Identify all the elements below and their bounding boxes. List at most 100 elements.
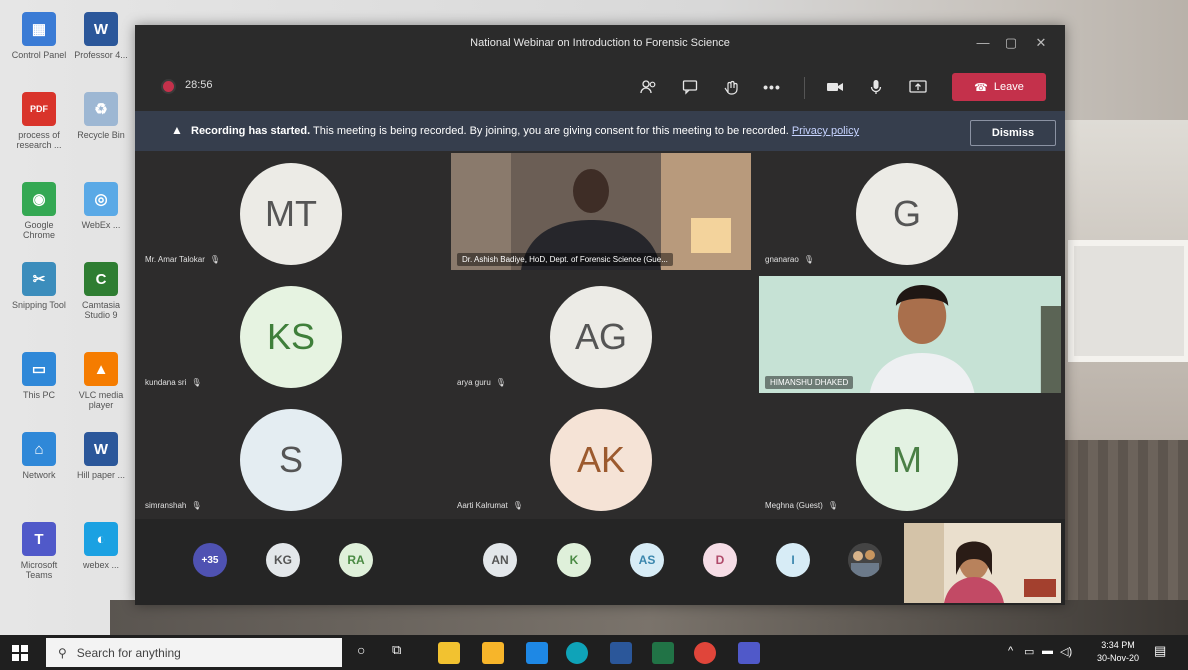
participant-tile[interactable]: KS kundana sri 🎙	[135, 274, 447, 397]
participant-tile[interactable]: M Meghna (Guest) 🎙	[755, 397, 1065, 520]
participant-name: HIMANSHU DHAKED	[765, 376, 854, 389]
cortana-icon[interactable]: ○	[357, 642, 365, 658]
desktop-icon[interactable]: W Hill paper ...	[72, 432, 130, 480]
chrome-icon: ◉	[22, 182, 56, 216]
desktop-icon-label: VLC media player	[78, 390, 124, 410]
recycle-bin-icon: ♻	[84, 92, 118, 126]
more-options-icon[interactable]: •••	[760, 75, 784, 99]
participant-tile[interactable]: Ggnanarao 🎙	[755, 151, 1065, 274]
store-icon[interactable]	[482, 642, 504, 664]
banner-bold-text: Recording has started.	[191, 125, 311, 137]
desktop-icon[interactable]: W Professor 4...	[72, 12, 130, 60]
overflow-avatar[interactable]: K	[557, 543, 591, 577]
participant-name-text: Mr. Amar Talokar	[145, 255, 205, 264]
overflow-avatar[interactable]: KG	[266, 543, 300, 577]
desktop-icon[interactable]: ◎ WebEx ...	[72, 182, 130, 230]
avatar-initials: KG	[274, 553, 292, 567]
start-button[interactable]	[12, 645, 28, 661]
mail-icon[interactable]	[526, 642, 548, 664]
teams-taskbar-icon[interactable]	[738, 642, 760, 664]
task-view-icon[interactable]: ⧉	[392, 642, 401, 658]
overflow-avatar[interactable]: AN	[483, 543, 517, 577]
avatar-initials: AS	[638, 553, 656, 567]
participant-tile[interactable]: AG arya guru 🎙	[447, 274, 755, 397]
show-hidden-icons[interactable]: ^	[1008, 645, 1013, 657]
share-screen-icon[interactable]	[906, 75, 930, 99]
maximize-icon[interactable]: ▢	[1001, 35, 1021, 51]
participant-avatar: M	[856, 409, 958, 511]
self-video-frame	[904, 523, 1061, 603]
recording-icon	[163, 81, 174, 92]
close-icon[interactable]: ✕	[1031, 35, 1051, 51]
chat-icon[interactable]	[678, 75, 702, 99]
camera-icon[interactable]	[823, 75, 847, 99]
participant-tile[interactable]: Dr. Ashish Badiye, HoD, Dept. of Forensi…	[447, 151, 755, 274]
system-clock[interactable]: 3:34 PM 30-Nov-20	[1092, 639, 1144, 665]
edge-icon[interactable]	[566, 642, 588, 664]
desktop-icon[interactable]: C Camtasia Studio 9	[72, 262, 130, 320]
desktop-icon[interactable]: ♻ Recycle Bin	[72, 92, 130, 140]
overflow-avatar[interactable]: I	[776, 543, 810, 577]
minimize-icon[interactable]: —	[973, 35, 993, 50]
title-bar: National Webinar on Introduction to Fore…	[135, 25, 1065, 63]
participant-avatar: S	[240, 409, 342, 511]
desktop-icon[interactable]: ⌂ Network	[10, 432, 68, 480]
file-explorer-icon[interactable]	[438, 642, 460, 664]
group-photo-avatar[interactable]	[848, 543, 882, 577]
taskbar-search[interactable]: ⚲ Search for anything	[46, 638, 342, 667]
participant-tile[interactable]: HIMANSHU DHAKED	[755, 274, 1065, 397]
participant-tile[interactable]: AK Aarti Kalrumat 🎙	[447, 397, 755, 520]
participant-tile[interactable]: MT Mr. Amar Talokar 🎙	[135, 151, 447, 274]
overflow-avatar[interactable]: D	[703, 543, 737, 577]
participant-video: Dr. Ashish Badiye, HoD, Dept. of Forensi…	[451, 153, 751, 270]
leave-button[interactable]: ☎ Leave	[952, 73, 1046, 101]
desktop-icon[interactable]: ▦ Control Panel	[10, 12, 68, 60]
desktop-icon-label: process of research ...	[16, 130, 62, 150]
battery-icon[interactable]: ▬	[1042, 645, 1053, 657]
avatar-initials: AK	[576, 439, 626, 480]
wall-frame	[1068, 240, 1188, 362]
vlc-icon: ▲	[84, 352, 118, 386]
participant-avatar: AK	[550, 409, 652, 511]
dismiss-button[interactable]: Dismiss	[970, 120, 1056, 146]
desktop-icon[interactable]: T Microsoft Teams	[10, 522, 68, 580]
avatar-initials: S	[278, 439, 303, 480]
teams-icon: T	[22, 522, 56, 556]
banner-text: Recording has started. This meeting is b…	[191, 125, 859, 137]
microphone-icon[interactable]	[864, 75, 888, 99]
avatar-initials: KS	[266, 316, 316, 357]
overflow-avatar[interactable]: AS	[630, 543, 664, 577]
chrome-taskbar-icon[interactable]	[694, 642, 716, 664]
desktop-icon-label: webex ...	[82, 560, 120, 570]
desktop-icon[interactable]: PDF process of research ...	[10, 92, 68, 150]
word-icon[interactable]	[610, 642, 632, 664]
desktop-icon[interactable]: ✂ Snipping Tool	[10, 262, 68, 310]
participant-name: gnanarao 🎙	[765, 255, 814, 264]
volume-icon[interactable]: ◁)	[1060, 645, 1072, 658]
room-background	[1058, 120, 1188, 640]
participant-tile[interactable]: Ssimranshah 🎙	[135, 397, 447, 520]
network-tray-icon[interactable]: ▭	[1024, 645, 1034, 658]
desktop-icon[interactable]: ▭ This PC	[10, 352, 68, 400]
participant-name-text: Meghna (Guest)	[765, 501, 823, 510]
excel-icon[interactable]	[652, 642, 674, 664]
participant-grid: MT Mr. Amar Talokar 🎙 Dr. Ashish Badiye, Ho…	[135, 151, 1065, 520]
participant-name: kundana sri 🎙	[145, 378, 202, 387]
desktop-icon[interactable]: ◉ Google Chrome	[10, 182, 68, 240]
participant-name-text: kundana sri	[145, 378, 187, 387]
avatar-initials: K	[569, 553, 579, 567]
desktop-icon[interactable]: ▲ VLC media player	[72, 352, 130, 410]
privacy-policy-link[interactable]: Privacy policy	[792, 125, 859, 137]
recording-banner: ▲ Recording has started. This meeting is…	[135, 111, 1065, 151]
mic-off-icon: 🎙	[827, 501, 838, 510]
raise-hand-icon[interactable]	[719, 75, 743, 99]
overflow-avatar[interactable]: RA	[339, 543, 373, 577]
participant-name-text: arya guru	[457, 378, 491, 387]
avatar-initials: +35	[201, 554, 219, 566]
participants-icon[interactable]	[637, 75, 661, 99]
participant-name: arya guru 🎙	[457, 378, 506, 387]
desktop-icon[interactable]: ◐ webex ...	[72, 522, 130, 570]
more-participants-badge[interactable]: +35	[193, 543, 227, 577]
camtasia-icon: C	[84, 262, 118, 296]
notifications-icon[interactable]: ▤	[1154, 643, 1166, 659]
